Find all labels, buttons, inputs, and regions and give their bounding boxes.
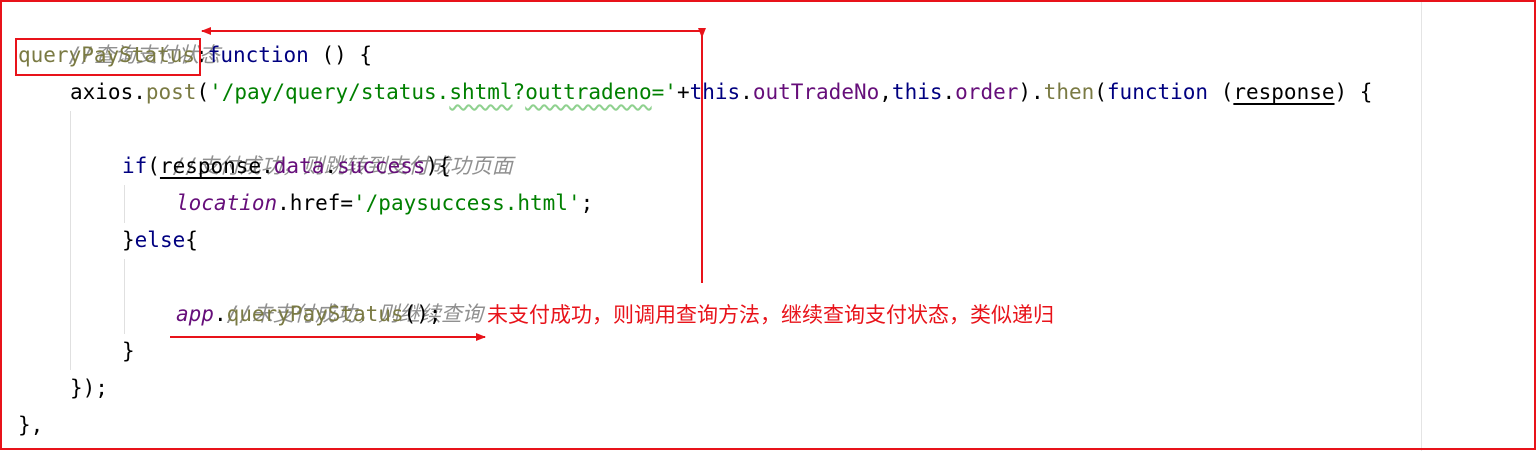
recursion-arrow-tip [698, 28, 706, 38]
annotation-overlay [0, 0, 1536, 450]
method-highlight-box [15, 38, 201, 76]
recursion-arrow [201, 27, 703, 283]
outer-border-frame [0, 0, 1536, 450]
